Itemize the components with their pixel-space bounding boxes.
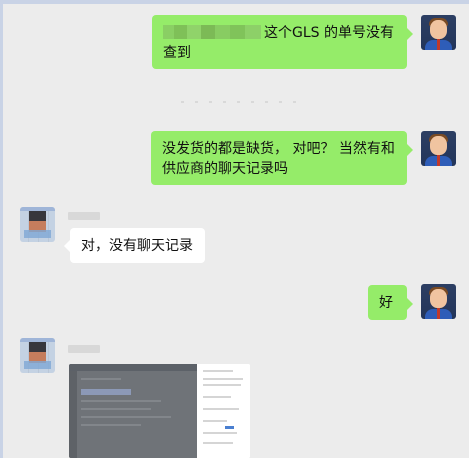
my-avatar[interactable]: [421, 284, 456, 319]
contact-name-blurred: [68, 212, 100, 220]
message-text: 对，没有聊天记录: [81, 238, 193, 254]
message-text: 好: [379, 295, 393, 311]
message-bubble-sent[interactable]: 好: [368, 285, 413, 320]
my-avatar[interactable]: [421, 15, 456, 50]
image-message-thumbnail[interactable]: [69, 364, 250, 458]
message-text: 没发货的都是缺货， 对吧？ 当然有和供应商的聊天记录吗: [162, 141, 395, 177]
window-top-border: [0, 0, 469, 4]
contact-name-blurred: [68, 345, 100, 353]
contact-avatar[interactable]: [20, 338, 55, 373]
my-avatar[interactable]: [421, 131, 456, 166]
faint-divider: [181, 101, 301, 103]
message-bubble-received[interactable]: 对，没有聊天记录: [64, 228, 205, 263]
redacted-tracking-number: [163, 25, 261, 39]
message-bubble-sent[interactable]: 这个GLS 的单号没有查到: [152, 15, 413, 69]
message-bubble-sent[interactable]: 没发货的都是缺货， 对吧？ 当然有和供应商的聊天记录吗: [151, 131, 413, 185]
window-left-border: [0, 0, 3, 458]
contact-avatar[interactable]: [20, 207, 55, 242]
